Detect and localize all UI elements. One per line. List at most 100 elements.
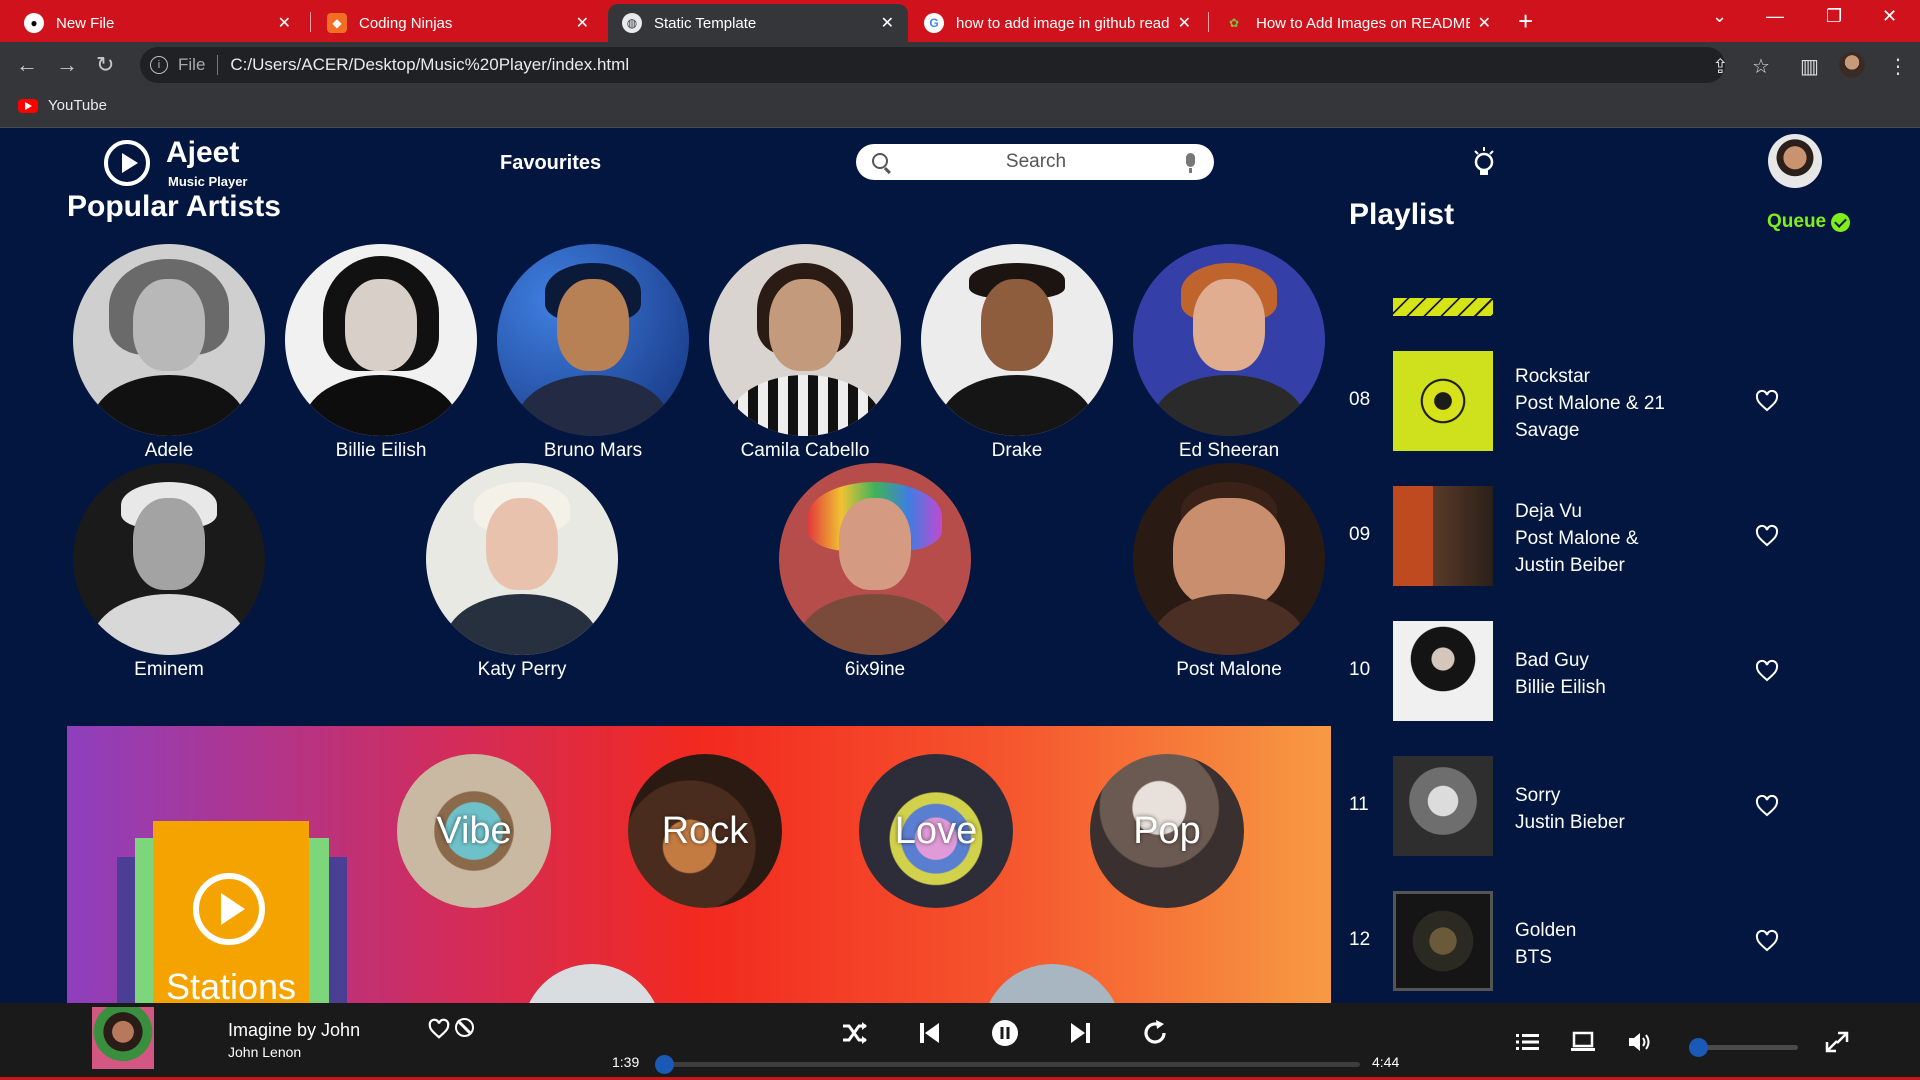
close-icon[interactable]: ✕ xyxy=(278,13,291,33)
shuffle-icon[interactable] xyxy=(840,1018,870,1048)
close-icon[interactable]: ✕ xyxy=(1178,13,1191,33)
bookmark-star-icon[interactable]: ☆ xyxy=(1752,54,1770,79)
genre-love[interactable]: Love xyxy=(859,754,1013,908)
genre-pop[interactable]: Pop xyxy=(1090,754,1244,908)
heart-icon[interactable] xyxy=(1755,794,1779,818)
window-close-icon[interactable]: ✕ xyxy=(1882,6,1897,27)
lightbulb-icon[interactable] xyxy=(1472,146,1496,180)
reload-icon[interactable]: ↻ xyxy=(96,52,114,78)
pause-icon[interactable] xyxy=(990,1018,1020,1048)
track-row-12[interactable]: 12 Golden BTS xyxy=(1349,891,1799,991)
side-panel-icon[interactable]: ▥ xyxy=(1800,54,1819,79)
artist-6ix9ine[interactable]: 6ix9ine xyxy=(779,463,971,681)
tab-coding-ninjas[interactable]: ◆ Coding Ninjas ✕ xyxy=(313,4,603,42)
tab-divider xyxy=(310,12,311,32)
tab-google-search[interactable]: G how to add image in github read ✕ xyxy=(910,4,1205,42)
now-playing-artwork[interactable] xyxy=(92,1007,154,1069)
minimize-icon[interactable]: — xyxy=(1766,6,1784,27)
track-row-09[interactable]: 09 Deja Vu Post Malone & Justin Beiber xyxy=(1349,486,1799,586)
genre-vibe[interactable]: Vibe xyxy=(397,754,551,908)
heart-icon[interactable] xyxy=(1755,659,1779,683)
address-bar[interactable]: i File C:/Users/ACER/Desktop/Music%20Pla… xyxy=(140,47,1725,83)
restore-icon[interactable]: ❐ xyxy=(1826,6,1842,27)
queue-button[interactable]: Queue xyxy=(1767,211,1851,233)
artist-billie-eilish[interactable]: Billie Eilish xyxy=(285,244,477,462)
track-artwork xyxy=(1393,486,1493,586)
play-circle-icon[interactable] xyxy=(193,873,265,945)
volume-icon[interactable] xyxy=(1627,1030,1653,1054)
genre-rock[interactable]: Rock xyxy=(628,754,782,908)
forward-arrow-icon[interactable]: → xyxy=(56,52,78,78)
stations-card[interactable]: Stations xyxy=(153,821,309,1003)
play-circle-icon xyxy=(104,140,150,186)
tab-readme-images[interactable]: ✿ How to Add Images on README ✕ xyxy=(1210,4,1505,42)
artist-photo xyxy=(285,244,477,436)
heart-icon[interactable] xyxy=(1755,524,1779,548)
logo-title: Ajeet xyxy=(166,136,240,169)
progress-bar[interactable] xyxy=(655,1055,1360,1074)
heart-icon[interactable] xyxy=(1755,929,1779,953)
track-artwork xyxy=(1393,621,1493,721)
genre-thumbnail-partial[interactable] xyxy=(982,964,1122,1003)
new-tab-plus-icon[interactable]: + xyxy=(1518,6,1533,37)
track-row-08[interactable]: 08 Rockstar Post Malone & 21 Savage xyxy=(1349,351,1799,451)
track-title: Sorry xyxy=(1515,785,1561,806)
fullscreen-icon[interactable] xyxy=(1824,1030,1850,1054)
heart-icon[interactable] xyxy=(1755,389,1779,413)
progress-thumb[interactable] xyxy=(655,1055,674,1074)
artist-bruno-mars[interactable]: Bruno Mars xyxy=(497,244,689,462)
previous-track-icon[interactable] xyxy=(915,1018,945,1048)
laptop-icon[interactable] xyxy=(1570,1030,1596,1054)
next-track-icon[interactable] xyxy=(1065,1018,1095,1048)
url-divider xyxy=(217,55,219,75)
genre-thumbnail-partial[interactable] xyxy=(522,964,662,1003)
track-artwork xyxy=(1393,351,1493,451)
globe-icon: ◍ xyxy=(622,13,642,33)
artist-name: Ed Sheeran xyxy=(1178,440,1280,461)
bookmark-label: YouTube xyxy=(48,97,107,114)
artist-ed-sheeran[interactable]: Ed Sheeran xyxy=(1133,244,1325,462)
artist-katy-perry[interactable]: Katy Perry xyxy=(426,463,618,681)
artist-photo xyxy=(497,244,689,436)
microphone-icon[interactable] xyxy=(1186,153,1195,173)
artist-eminem[interactable]: Eminem xyxy=(73,463,265,681)
profile-avatar[interactable] xyxy=(1839,52,1865,78)
artist-drake[interactable]: Drake xyxy=(921,244,1113,462)
close-icon[interactable]: ✕ xyxy=(881,13,894,33)
elapsed-time: 1:39 xyxy=(612,1054,640,1070)
tab-search-chevron-icon[interactable]: ⌄ xyxy=(1712,6,1727,27)
artist-name: Billie Eilish xyxy=(335,440,427,461)
block-icon[interactable] xyxy=(455,1018,474,1037)
artist-post-malone[interactable]: Post Malone xyxy=(1133,463,1325,681)
url-text[interactable]: C:/Users/ACER/Desktop/Music%20Player/ind… xyxy=(230,55,629,75)
track-row-11[interactable]: 11 Sorry Justin Bieber xyxy=(1349,756,1799,856)
search-input[interactable] xyxy=(906,144,1166,180)
tab-static-template[interactable]: ◍ Static Template ✕ xyxy=(608,4,908,42)
kebab-menu-icon[interactable]: ⋮ xyxy=(1888,54,1908,79)
volume-slider[interactable] xyxy=(1689,1038,1798,1057)
artist-name: Drake xyxy=(991,440,1043,461)
back-arrow-icon[interactable]: ← xyxy=(16,52,38,78)
search-icon[interactable] xyxy=(872,153,888,169)
track-artist: Justin Bieber xyxy=(1515,812,1625,833)
volume-thumb[interactable] xyxy=(1689,1038,1708,1057)
track-row-10[interactable]: 10 Bad Guy Billie Eilish xyxy=(1349,621,1799,721)
info-icon[interactable]: i xyxy=(150,56,168,74)
list-icon[interactable] xyxy=(1515,1030,1541,1054)
user-avatar[interactable] xyxy=(1768,134,1822,188)
check-circle-icon xyxy=(1831,212,1851,232)
repeat-icon[interactable] xyxy=(1140,1018,1170,1048)
close-icon[interactable]: ✕ xyxy=(576,13,589,33)
heart-icon[interactable] xyxy=(428,1018,450,1040)
track-number: 11 xyxy=(1349,794,1369,815)
bookmark-youtube[interactable]: YouTube xyxy=(18,97,107,114)
google-icon: G xyxy=(924,13,944,33)
app-logo[interactable]: Ajeet Music Player xyxy=(104,136,248,189)
close-icon[interactable]: ✕ xyxy=(1478,13,1491,33)
share-icon[interactable]: ⇪ xyxy=(1712,54,1729,79)
tab-new-file[interactable]: ● New File ✕ xyxy=(10,4,305,42)
favourites-link[interactable]: Favourites xyxy=(500,152,601,175)
track-artwork-partial[interactable] xyxy=(1393,298,1493,316)
artist-adele[interactable]: Adele xyxy=(73,244,265,462)
artist-camila-cabello[interactable]: Camila Cabello xyxy=(709,244,901,462)
